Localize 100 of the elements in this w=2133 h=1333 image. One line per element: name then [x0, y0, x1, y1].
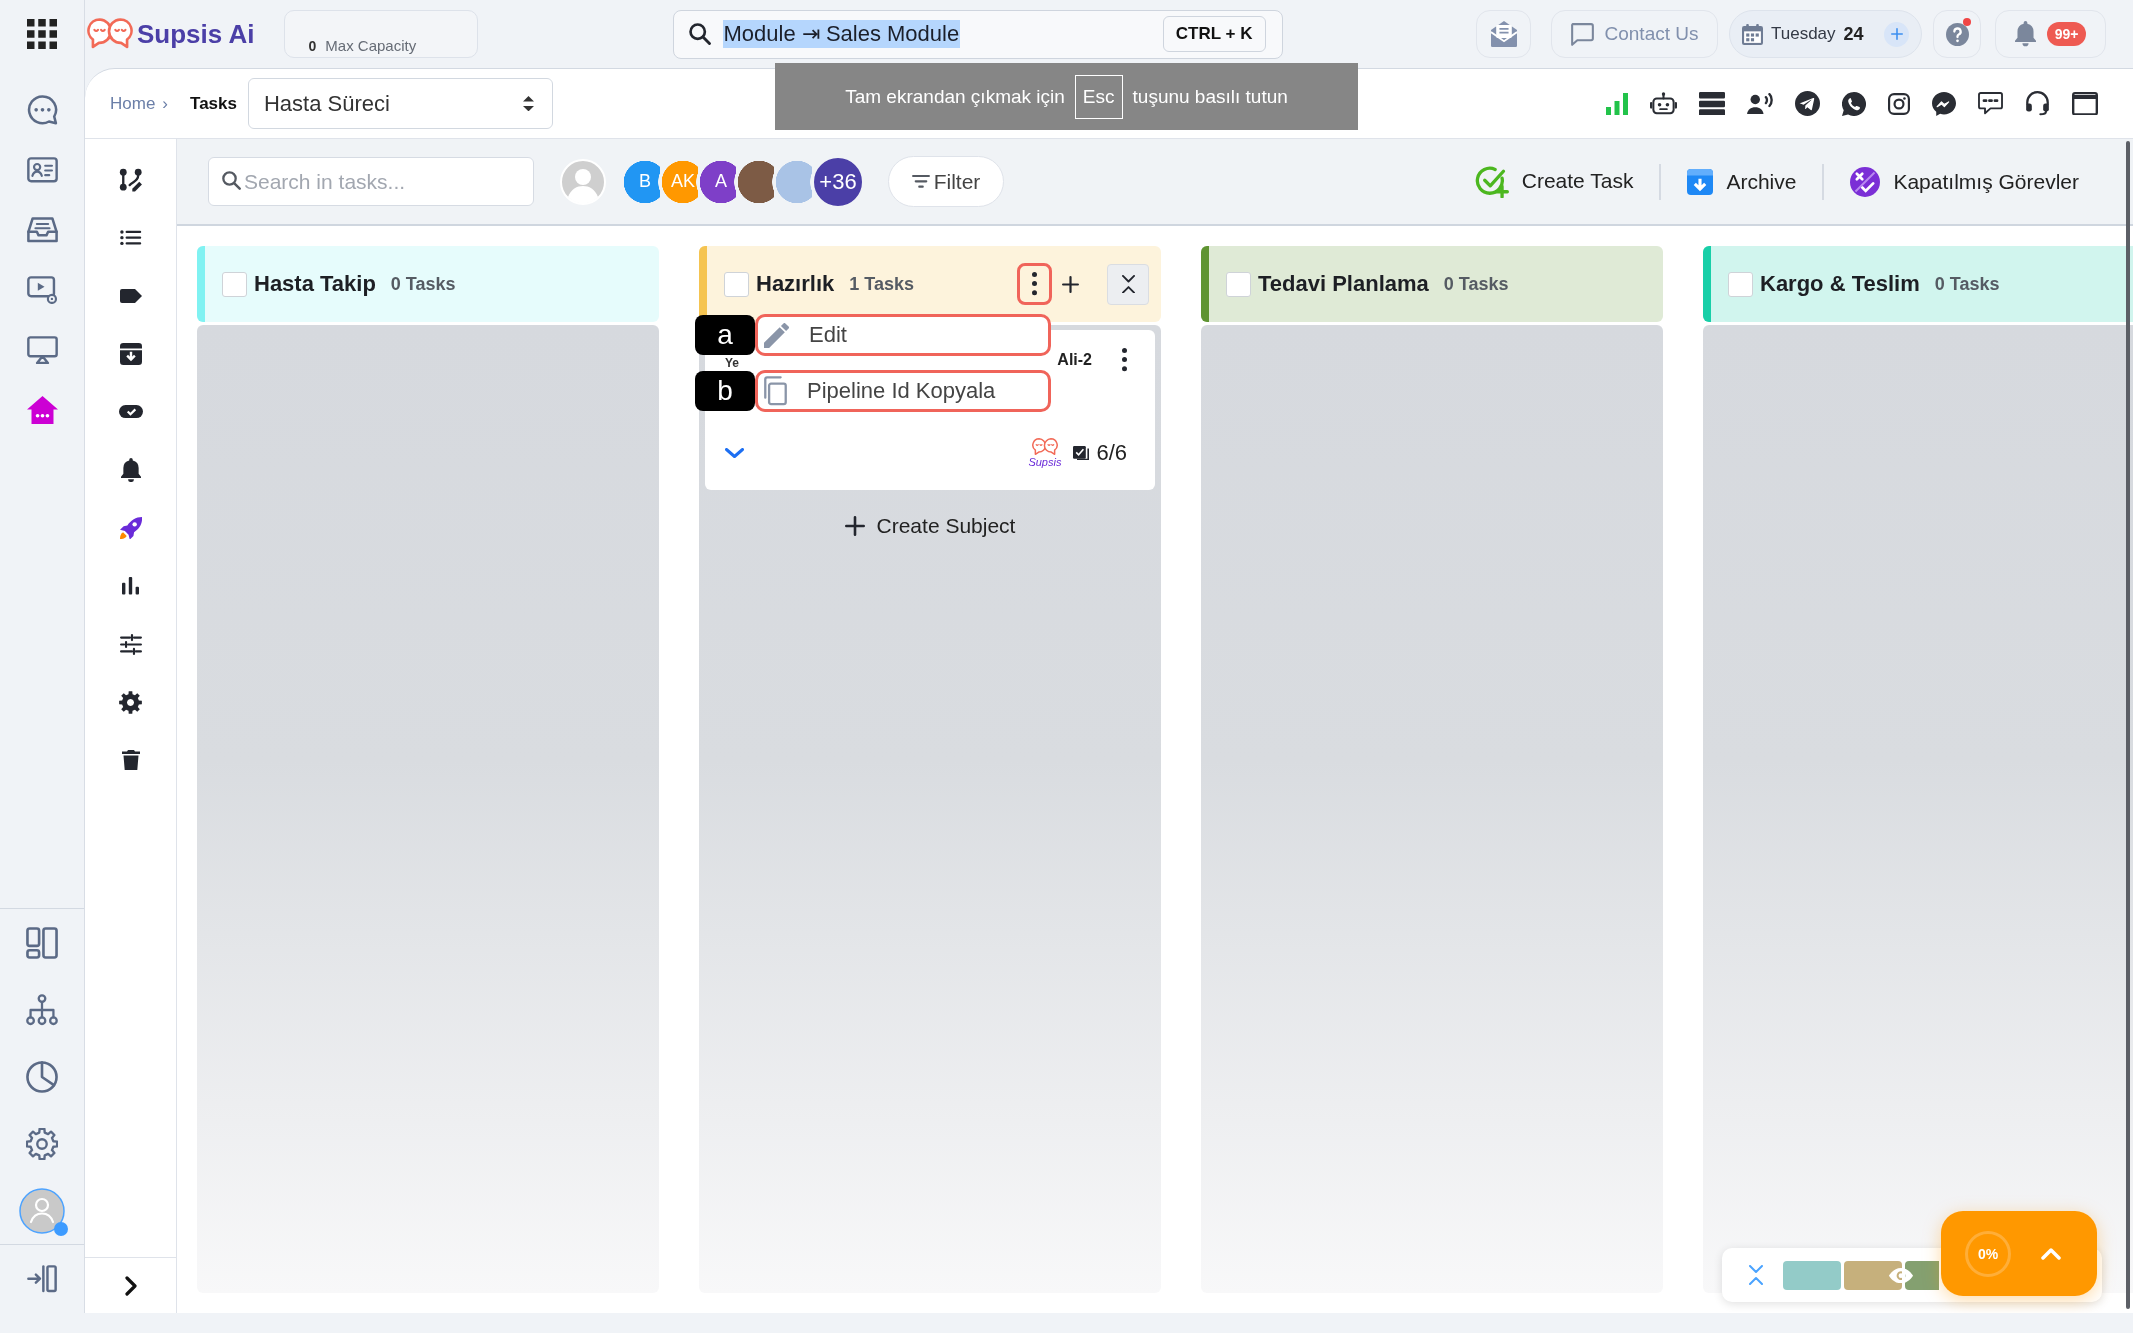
instagram-icon[interactable] [1888, 92, 1910, 115]
scrollbar[interactable] [2126, 141, 2130, 1309]
settings-icon[interactable] [119, 690, 142, 714]
toggle-icon[interactable] [118, 405, 143, 419]
tag-icon[interactable] [119, 289, 142, 303]
window-icon[interactable] [2072, 91, 2098, 116]
list-icon[interactable] [119, 230, 142, 246]
apps-grid-icon[interactable] [27, 19, 57, 49]
archive-box-icon[interactable] [119, 343, 142, 365]
pipeline-select[interactable]: Hasta Süreci [248, 78, 553, 129]
checkbox[interactable] [222, 271, 247, 297]
home-icon[interactable] [26, 395, 58, 425]
checkbox[interactable] [1226, 271, 1251, 297]
video-settings-icon[interactable] [26, 275, 58, 305]
column-title: Hasta Takip [254, 271, 376, 297]
speaking-person-icon[interactable] [1747, 92, 1773, 115]
bell-icon[interactable] [120, 457, 141, 483]
toolbar-action[interactable]: Create Task [1474, 164, 1634, 199]
breadcrumb-link[interactable]: Home [110, 93, 156, 114]
capacity-label: Max Capacity [325, 37, 417, 54]
date-day: 24 [1843, 23, 1864, 45]
search-icon [688, 23, 711, 45]
chevron-right-icon[interactable] [124, 1275, 137, 1296]
notice-text: Tam ekrandan çıkmak için [845, 85, 1065, 108]
headset-icon[interactable] [2025, 91, 2050, 116]
filter-button[interactable]: Filter [888, 156, 1004, 207]
filter-icon [911, 175, 930, 188]
create-subject-button[interactable]: Create Subject [844, 508, 1016, 544]
task-count: 0 Tasks [1443, 273, 1509, 295]
menu-item[interactable]: Edit [755, 314, 1051, 356]
collapse-icon[interactable] [1749, 1265, 1763, 1285]
checkbox[interactable] [1728, 271, 1753, 297]
whatsapp-icon[interactable] [1842, 91, 1866, 116]
breadcrumb-separator: › [162, 93, 169, 114]
task-search-field[interactable]: Search in tasks... [208, 157, 534, 206]
notice-text: tuşunu basılı tutun [1132, 85, 1288, 108]
rocket-icon[interactable] [119, 517, 142, 539]
logo-icon [87, 18, 133, 50]
plus-icon[interactable] [1062, 275, 1079, 293]
chat-icon [1570, 22, 1594, 46]
messenger-icon[interactable] [1932, 91, 1956, 116]
column-menu-button[interactable] [1017, 263, 1052, 305]
trash-icon[interactable] [121, 750, 140, 770]
kebab-icon [1032, 272, 1037, 296]
toolbar-action[interactable]: Archive [1687, 168, 1797, 195]
search-query: Module ⇥ Sales Module [722, 20, 961, 48]
hierarchy-icon[interactable] [26, 993, 58, 1026]
collapse-button[interactable] [1107, 263, 1149, 305]
pencil-icon [764, 322, 789, 348]
message-bubble-icon[interactable] [1978, 92, 2003, 115]
inbox-icon[interactable] [26, 217, 58, 243]
task-count: 1 Tasks [849, 273, 914, 295]
server-list-icon[interactable] [1699, 91, 1725, 116]
toolbar-action[interactable]: Kapatılmış Görevler [1850, 166, 2079, 197]
capacity-count: 0 [308, 38, 317, 54]
minimap-segment[interactable] [1905, 1260, 1939, 1290]
kebab-icon[interactable] [1122, 348, 1127, 372]
logo-icon [1031, 438, 1058, 456]
logo-text: Supsis Ai [137, 18, 255, 50]
chat-bubble-icon[interactable] [26, 95, 58, 125]
telegram-icon[interactable] [1795, 91, 1820, 116]
sliders-icon[interactable] [119, 633, 142, 655]
task-code: Ali-2 [1057, 351, 1092, 369]
task-count: 0 Tasks [1934, 273, 2000, 295]
layout-icon[interactable] [26, 926, 58, 959]
avatar[interactable]: A [698, 158, 736, 205]
collapse-icon [1121, 274, 1135, 294]
avatar-icon[interactable] [19, 1187, 65, 1234]
column-title: Hazırlık [756, 271, 835, 297]
column-title: Kargo & Teslim [1760, 271, 1920, 297]
column-title: Tedavi Planlama [1258, 271, 1429, 297]
contact-card-icon[interactable] [26, 157, 58, 183]
progress-ring: 0% [1965, 1230, 2011, 1277]
checklist-count: 6/6 [1096, 440, 1127, 466]
pie-chart-icon[interactable] [26, 1060, 58, 1093]
calendar-icon [1742, 23, 1763, 45]
date-weekday: Tuesday [1771, 24, 1836, 44]
copy-icon [764, 376, 787, 406]
menu-item[interactable]: Pipeline Id Kopyala [755, 370, 1051, 412]
help-button[interactable] [1933, 10, 1981, 58]
search-field[interactable]: Module ⇥ Sales Module CTRL + K [672, 9, 1283, 59]
sort-caret-icon [523, 95, 534, 112]
eye-icon[interactable] [1889, 1267, 1913, 1283]
plus-icon [1890, 28, 1903, 40]
chevron-down-icon[interactable] [725, 448, 744, 458]
search-icon [222, 171, 241, 190]
more-members-count[interactable]: +36 [812, 155, 864, 208]
inbox-button[interactable] [1476, 10, 1531, 58]
workflow-icon[interactable] [118, 168, 143, 192]
robot-icon[interactable] [1650, 92, 1677, 115]
monitor-icon[interactable] [26, 335, 58, 365]
archive-icon [1687, 168, 1714, 195]
task-count: 0 Tasks [390, 273, 456, 295]
card-title: Ye [725, 357, 739, 369]
arrow-into-panel-icon[interactable] [27, 1265, 57, 1293]
checkbox[interactable] [724, 271, 749, 297]
bar-chart-icon[interactable] [122, 577, 139, 595]
help-icon [1945, 22, 1969, 46]
closed-tasks-icon [1850, 166, 1881, 197]
source-label: Supsis [1028, 455, 1062, 468]
